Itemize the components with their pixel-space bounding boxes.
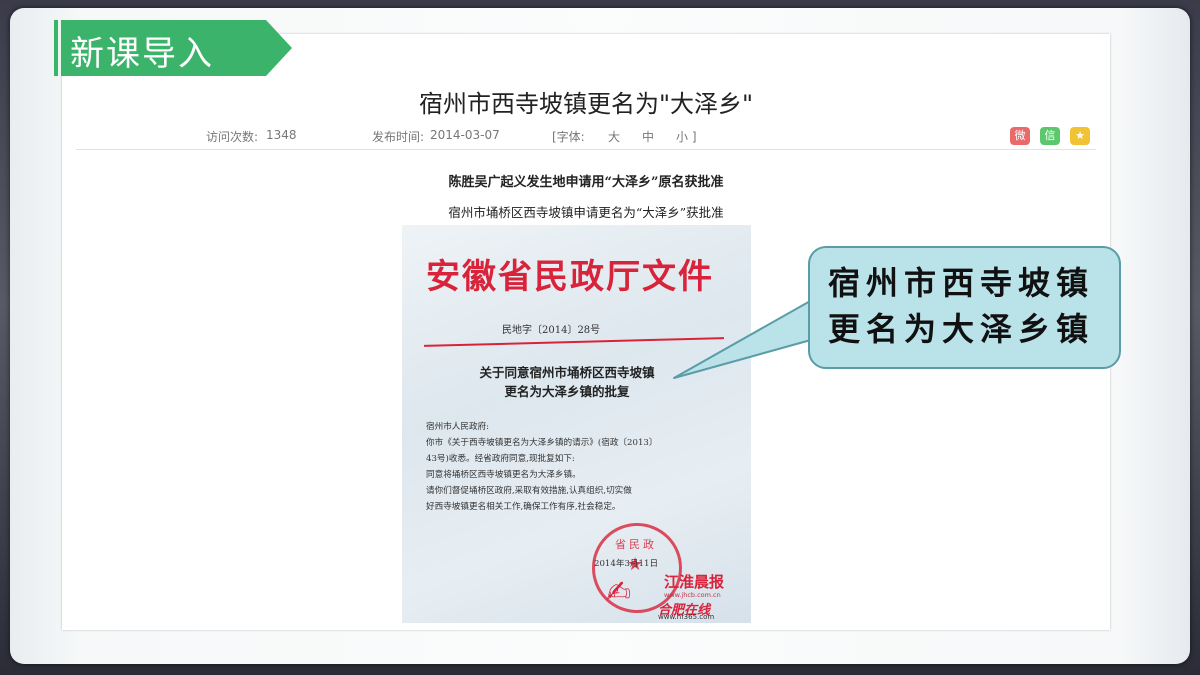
callout-line2: 更名为大泽乡镇: [828, 310, 1095, 348]
callout-bubble: 宿州市西寺坡镇 更名为大泽乡镇: [808, 246, 1121, 369]
callout-line1: 宿州市西寺坡镇: [828, 264, 1095, 302]
callout-text: 宿州市西寺坡镇 更名为大泽乡镇: [828, 260, 1094, 352]
